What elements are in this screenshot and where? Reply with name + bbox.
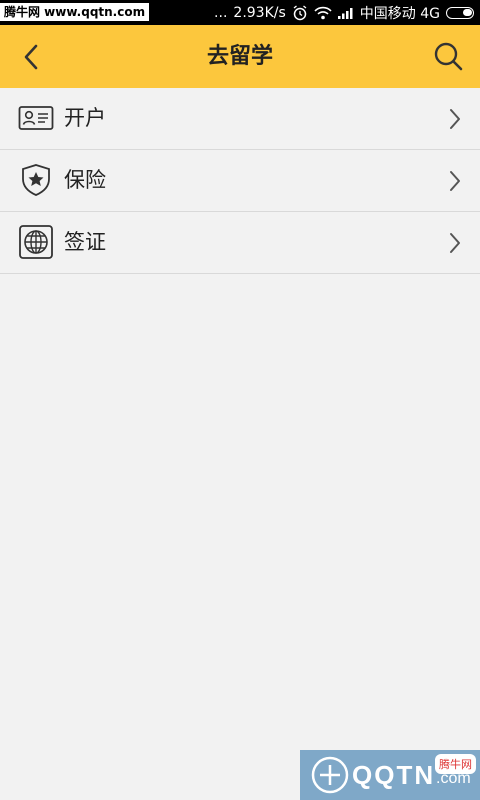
back-button[interactable] [14,39,54,75]
status-bar: 腾牛网 www.qqtn.com ... 2.93K/s 中国移动 4G [0,0,480,25]
chevron-left-icon [24,44,38,70]
network-speed: 2.93K/s [233,4,286,21]
chevron-right-icon [450,171,460,191]
list-item-label: 签证 [64,230,106,254]
logo-icon [311,756,349,794]
globe-icon [19,225,53,259]
watermark-label: 腾牛网 www.qqtn.com [0,3,150,21]
list-item-label: 开户 [64,106,106,130]
search-icon [434,42,463,71]
list-item-visa[interactable]: 签证 [0,212,480,274]
alarm-icon [293,4,307,20]
watermark-badge: 腾牛网 [435,754,476,774]
shield-star-icon [22,164,50,196]
chevron-right-icon [450,233,460,253]
carrier-label: 中国移动 4G [359,5,440,22]
id-card-icon [18,106,54,130]
status-dots: ... [214,4,228,21]
chevron-right-icon [450,109,460,129]
page-title: 去留学 [206,44,273,69]
list-item-insurance[interactable]: 保险 [0,150,480,212]
watermark-logo: QQTN .com 腾牛网 [300,750,480,800]
watermark-brand: QQTN [352,760,436,790]
list-item-label: 保险 [64,168,106,192]
status-indicators: ... 2.93K/s 中国移动 4G [214,0,474,25]
battery-icon [446,6,474,19]
list-item-account[interactable]: 开户 [0,88,480,150]
search-button[interactable] [430,39,466,75]
signal-icon [337,7,353,19]
wifi-icon [314,6,332,19]
title-bar: 去留学 [0,25,480,88]
menu-list: 开户 保险 签证 [0,88,480,274]
